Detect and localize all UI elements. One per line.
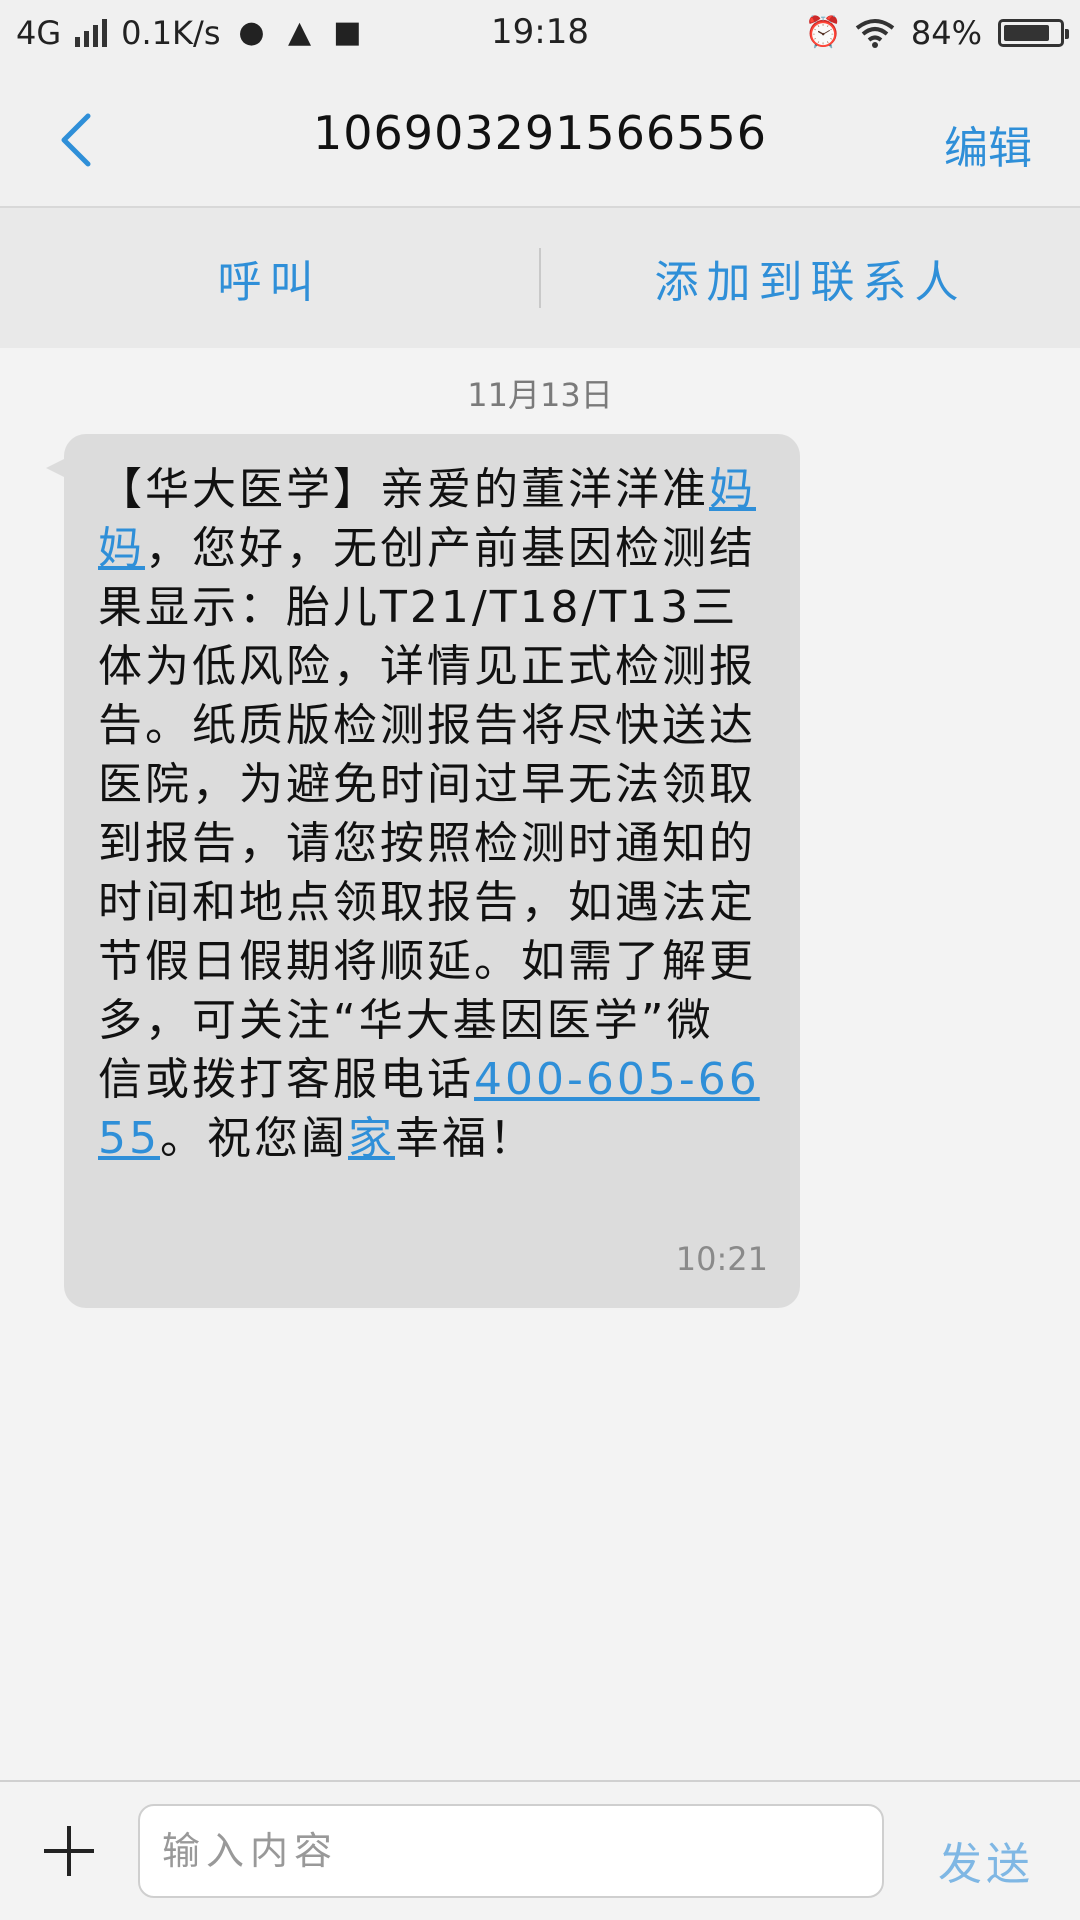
message-text-part: 。祝您阖 bbox=[160, 1113, 348, 1164]
wifi-icon bbox=[855, 19, 895, 48]
message-date: 11月13日 bbox=[467, 376, 613, 414]
call-button[interactable]: 呼叫 bbox=[0, 246, 539, 310]
compose-bar: 输入内容 发送 bbox=[0, 1780, 1080, 1920]
message-link[interactable]: 家 bbox=[348, 1113, 395, 1164]
send-button[interactable]: 发送 bbox=[938, 1828, 1034, 1892]
message-text: 【华大医学】亲爱的董洋洋准妈妈，您好，无创产前基因检测结果显示：胎儿T21/T1… bbox=[98, 460, 760, 1168]
battery-icon bbox=[998, 19, 1069, 47]
conversation-header: 106903291566556 编辑 bbox=[0, 68, 1080, 208]
message-text-part: 幸福！ bbox=[395, 1113, 536, 1164]
add-attachment-icon[interactable] bbox=[44, 1826, 94, 1876]
message-text-part: ，您好，无创产前基因检测结果显示：胎儿T21/T18/T13三体为低风险，详情见… bbox=[98, 523, 756, 1105]
message-text-part: 【华大医学】亲爱的董洋洋准 bbox=[98, 464, 709, 515]
battery-fill bbox=[1004, 25, 1049, 41]
status-bar: 4G 0.1K/s ● ▲ ■ 19:18 ⏰ 84% bbox=[0, 0, 1080, 68]
edit-button[interactable]: 编辑 bbox=[944, 112, 1032, 176]
add-to-contacts-button[interactable]: 添加到联系人 bbox=[541, 246, 1080, 310]
message-time: 10:21 bbox=[675, 1240, 768, 1278]
status-right: ⏰ 84% bbox=[804, 14, 1069, 52]
message-input[interactable]: 输入内容 bbox=[138, 1804, 884, 1898]
contact-actions: 呼叫 添加到联系人 bbox=[0, 208, 1080, 348]
message-bubble[interactable]: 【华大医学】亲爱的董洋洋准妈妈，您好，无创产前基因检测结果显示：胎儿T21/T1… bbox=[46, 434, 800, 1308]
alarm-icon: ⏰ bbox=[804, 15, 843, 50]
page-title: 106903291566556 bbox=[313, 106, 767, 160]
battery-percent: 84% bbox=[910, 14, 982, 52]
